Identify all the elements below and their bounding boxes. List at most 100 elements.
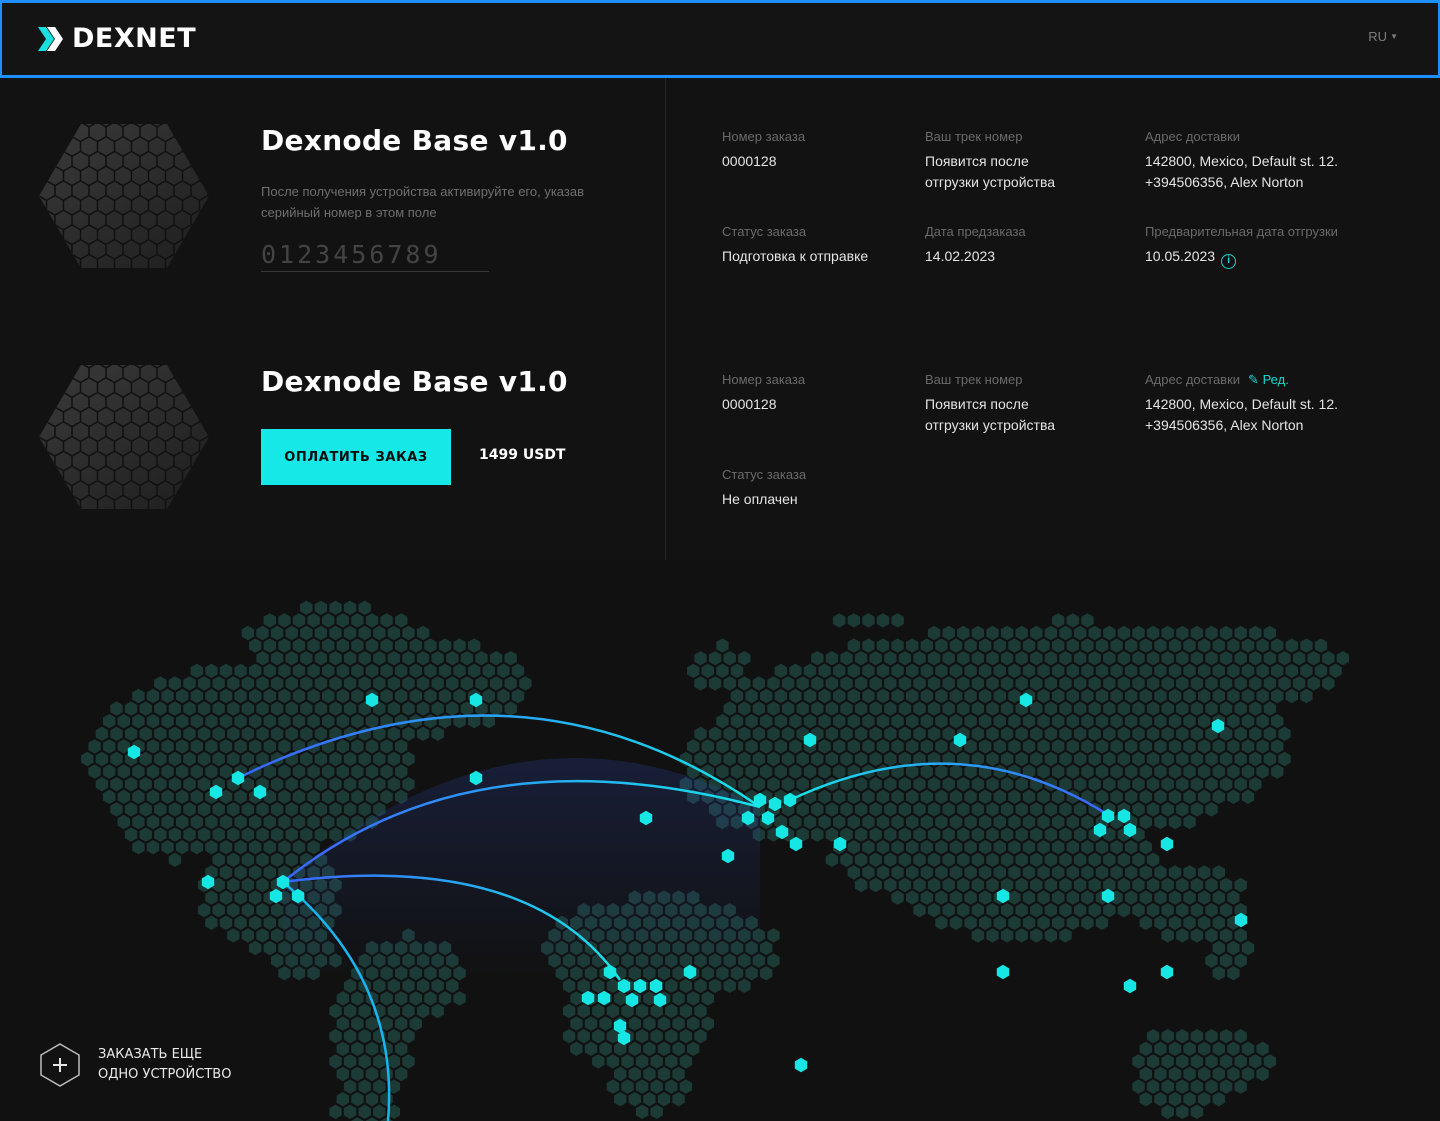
order-another-device-button[interactable]: ЗАКАЗАТЬ ЕЩЕ ОДНО УСТРОЙСТВО: [38, 1042, 258, 1088]
land-cell: [1095, 663, 1109, 678]
land-cell: [1059, 903, 1072, 918]
land-cell: [1300, 638, 1313, 653]
land-cell: [876, 814, 890, 830]
land-cell: [373, 1104, 386, 1119]
order-status-value: Подготовка к отправке: [722, 248, 869, 264]
land-cell: [665, 1003, 678, 1019]
order-another-device-label: ЗАКАЗАТЬ ЕЩЕ ОДНО УСТРОЙСТВО: [98, 1045, 258, 1085]
land-cell: [387, 726, 401, 741]
land-cell: [219, 865, 233, 880]
land-cell: [1198, 865, 1211, 880]
land-cell: [314, 751, 328, 767]
land-cell: [1256, 688, 1269, 704]
land-cell: [971, 903, 985, 918]
land-cell: [957, 676, 970, 691]
land-cell: [1168, 688, 1182, 704]
land-cell: [168, 751, 182, 767]
land-cell: [1022, 714, 1036, 729]
land-cell: [263, 814, 276, 830]
land-cell: [723, 978, 736, 993]
land-cell: [292, 814, 306, 830]
land-cell: [365, 714, 379, 729]
land-cell: [1066, 865, 1079, 880]
land-cell: [168, 701, 182, 716]
land-cell: [292, 789, 306, 804]
land-cell: [891, 613, 904, 628]
land-cell: [139, 802, 152, 817]
land-cell: [949, 915, 963, 930]
land-cell: [1154, 739, 1167, 754]
land-cell: [1205, 802, 1218, 817]
land-cell: [935, 789, 948, 804]
land-cell: [1176, 903, 1189, 918]
node-cell: [1160, 836, 1174, 852]
brand-logo[interactable]: DEXNET: [36, 23, 196, 54]
land-cell: [913, 852, 926, 867]
land-cell: [986, 651, 999, 666]
land-cell: [1183, 638, 1196, 653]
land-cell: [402, 676, 415, 691]
info-icon[interactable]: i: [1221, 254, 1237, 269]
land-cell: [197, 726, 211, 741]
land-cell: [278, 764, 291, 779]
land-cell: [1073, 625, 1087, 641]
land-cell: [1030, 827, 1043, 842]
land-cell: [256, 903, 269, 918]
order-card-2: Dexnode Base v1.0 ОПЛАТИТЬ ЗАКАЗ 1499 US…: [0, 319, 1440, 561]
land-cell: [395, 688, 408, 704]
land-cell: [920, 890, 933, 905]
land-cell: [774, 714, 787, 729]
land-cell: [1117, 651, 1131, 666]
land-cell: [256, 726, 269, 741]
land-cell: [124, 726, 138, 741]
land-cell: [343, 777, 357, 792]
land-cell: [913, 726, 926, 741]
language-selector[interactable]: RU ▼: [1368, 29, 1398, 44]
shipping-date-row: 10.05.2023 i: [1145, 246, 1338, 269]
land-cell: [847, 865, 860, 880]
serial-number-input[interactable]: [261, 238, 489, 272]
land-cell: [402, 1003, 415, 1019]
land-cell: [687, 739, 700, 754]
land-cell: [168, 777, 182, 792]
land-cell: [314, 802, 328, 817]
land-cell: [606, 978, 620, 993]
land-cell: [132, 840, 145, 855]
land-cell: [854, 676, 868, 691]
world-map: [0, 560, 1440, 1121]
delivery-address-line1: 142800, Mexico, Default st. 12.: [1145, 396, 1338, 412]
land-cell: [212, 802, 225, 817]
land-cell: [110, 802, 123, 817]
land-cell: [1008, 638, 1021, 653]
pay-order-button[interactable]: ОПЛАТИТЬ ЗАКАЗ: [261, 429, 451, 485]
land-cell: [1227, 663, 1240, 678]
land-cell: [380, 688, 393, 704]
land-cell: [935, 915, 948, 930]
land-cell: [358, 1003, 371, 1019]
land-cell: [1227, 688, 1240, 704]
land-cell: [409, 688, 422, 704]
land-cell: [307, 638, 320, 653]
land-cell: [176, 739, 189, 754]
land-cell: [1044, 701, 1058, 716]
land-cell: [1030, 802, 1043, 817]
land-cell: [1052, 814, 1065, 830]
land-cell: [1088, 726, 1101, 741]
land-cell: [665, 1079, 678, 1094]
land-cell: [1285, 663, 1298, 678]
land-cell: [811, 701, 824, 716]
land-cell: [738, 651, 751, 666]
land-cell: [949, 865, 963, 880]
land-cell: [256, 802, 269, 817]
land-cell: [1154, 1066, 1167, 1082]
land-cell: [314, 600, 328, 615]
delivery-address-field: Адрес доставки ✎ Ред. 142800, Mexico, Def…: [1145, 371, 1338, 436]
land-cell: [1154, 865, 1167, 880]
land-cell: [329, 1104, 342, 1119]
edit-address-link[interactable]: ✎ Ред.: [1248, 372, 1289, 387]
land-cell: [1146, 751, 1160, 767]
land-cell: [898, 701, 912, 716]
land-cell: [1241, 638, 1255, 653]
land-cell: [767, 726, 780, 741]
land-cell: [1088, 777, 1101, 792]
